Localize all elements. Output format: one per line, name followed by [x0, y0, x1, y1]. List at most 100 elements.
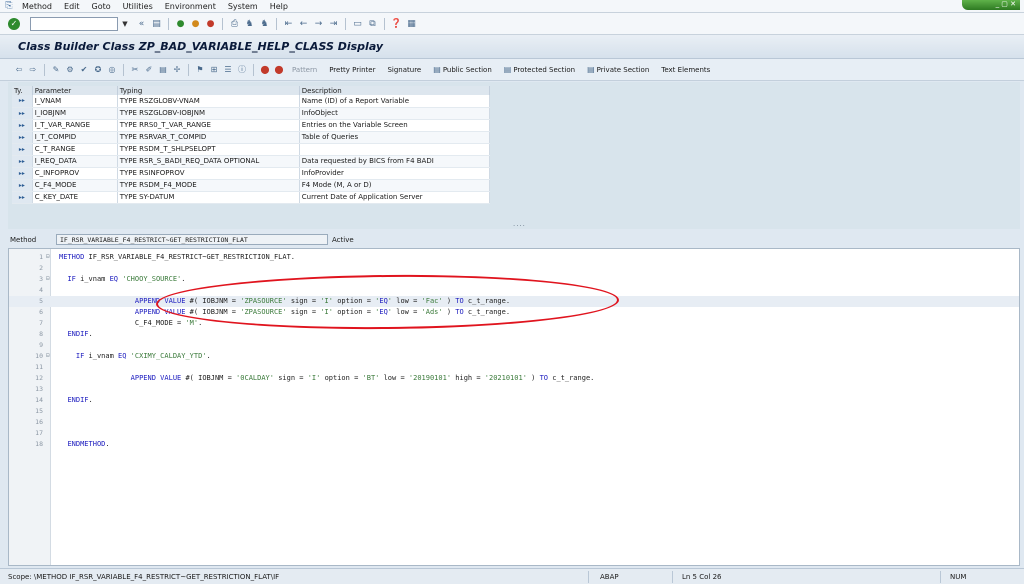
cancel-icon[interactable]: ●	[204, 17, 217, 30]
code-line[interactable]: 15	[9, 406, 1019, 417]
print-icon[interactable]: ⎙	[228, 17, 241, 30]
parameter-row[interactable]: ▸▸ I_T_COMPID TYPE RSRVAR_T_COMPID Table of…	[12, 131, 491, 144]
test-icon[interactable]: ◎	[106, 63, 118, 76]
parameter-description[interactable]: F4 Mode (M, A or D)	[299, 179, 491, 192]
parameter-typing[interactable]: TYPE RSINFOPROV	[117, 167, 300, 180]
parameter-name[interactable]: C_KEY_DATE	[32, 191, 118, 204]
column-header-type[interactable]: Ty.	[12, 86, 33, 95]
code-text[interactable]: APPEND VALUE #( IOBJNM = '0CALDAY' sign …	[59, 374, 595, 382]
code-text[interactable]: ENDMETHOD.	[59, 440, 109, 448]
parameter-typing[interactable]: TYPE RSRVAR_T_COMPID	[117, 131, 300, 144]
find-next-icon[interactable]: ♞	[258, 17, 271, 30]
layout-menu-icon[interactable]: ▦	[405, 17, 418, 30]
column-header-parameter[interactable]: Parameter	[32, 86, 118, 95]
column-header-description[interactable]: Description	[299, 86, 491, 95]
signature-button[interactable]: Signature	[387, 66, 421, 74]
parameter-row[interactable]: ▸▸ I_T_VAR_RANGE TYPE RRS0_T_VAR_RANGE Entr…	[12, 119, 491, 132]
save-icon[interactable]: ▤	[150, 17, 163, 30]
activate-icon[interactable]: ✪	[92, 63, 104, 76]
parameter-typing[interactable]: TYPE RSDM_T_SHLPSELOPT	[117, 143, 300, 156]
code-line[interactable]: 16	[9, 417, 1019, 428]
session-breakpoint-icon[interactable]: ⬤	[273, 63, 285, 76]
find-icon[interactable]: ♞	[243, 17, 256, 30]
minimize-icon[interactable]: _ ▢ ✕	[996, 0, 1016, 8]
menu-method[interactable]: Method	[22, 2, 52, 11]
fold-icon[interactable]: ⊟	[46, 253, 50, 260]
code-line[interactable]: 17	[9, 428, 1019, 439]
code-line[interactable]: 18 ENDMETHOD.	[9, 439, 1019, 450]
menu-system[interactable]: System	[228, 2, 258, 11]
code-line[interactable]: 1 ⊟ METHOD IF_RSR_VARIABLE_F4_RESTRICT~GET…	[9, 252, 1019, 263]
navigation-icon[interactable]: ✢	[171, 63, 183, 76]
parameter-description[interactable]: Entries on the Variable Screen	[299, 119, 491, 132]
parameter-description[interactable]: Table of Queries	[299, 131, 491, 144]
protected-section-button[interactable]: ▤ Protected Section	[504, 65, 575, 74]
code-line[interactable]: 8 ENDIF.	[9, 329, 1019, 340]
command-dropdown-icon[interactable]: ▼	[120, 17, 130, 31]
code-text[interactable]: ENDIF.	[59, 396, 92, 404]
parameter-typing[interactable]: TYPE RSDM_F4_MODE	[117, 179, 300, 192]
menu-utilities[interactable]: Utilities	[123, 2, 153, 11]
method-name-field[interactable]: IF_RSR_VARIABLE_F4_RESTRICT~GET_RESTRICT…	[56, 234, 328, 245]
sap-logo-button[interactable]: _ ▢ ✕	[962, 0, 1020, 10]
code-text[interactable]: METHOD IF_RSR_VARIABLE_F4_RESTRICT~GET_R…	[59, 253, 295, 261]
help-icon[interactable]: ❓	[390, 17, 403, 30]
code-text[interactable]: ENDIF.	[59, 330, 92, 338]
insert-icon[interactable]: ⊞	[208, 63, 220, 76]
check-icon[interactable]: ✔	[78, 63, 90, 76]
forward-arrow-icon[interactable]: ⇨	[27, 63, 39, 76]
sections-icon[interactable]: ☰	[222, 63, 234, 76]
fold-icon[interactable]: ⊟	[46, 352, 50, 359]
back-icon[interactable]: ●	[174, 17, 187, 30]
parameter-typing[interactable]: TYPE RSR_S_BADI_REQ_DATA OPTIONAL	[117, 155, 300, 168]
splitter-grip-icon[interactable]: ····	[513, 222, 526, 230]
parameter-description[interactable]: InfoProvider	[299, 167, 491, 180]
enter-button[interactable]: ✓	[8, 17, 20, 30]
next-page-icon[interactable]: →	[312, 17, 325, 30]
shortcut-icon[interactable]: ⧉	[366, 17, 379, 30]
parameter-row[interactable]: ▸▸ C_INFOPROV TYPE RSINFOPROV InfoProvider	[12, 167, 491, 180]
back-arrow-icon[interactable]: ⇦	[13, 63, 25, 76]
parameter-name[interactable]: I_T_COMPID	[32, 131, 118, 144]
parameter-row[interactable]: ▸▸ C_KEY_DATE TYPE SY-DATUM Current Date of…	[12, 191, 491, 204]
where-used-icon[interactable]: ✂	[129, 63, 141, 76]
exit-icon[interactable]: ●	[189, 17, 202, 30]
parameter-typing[interactable]: TYPE RSZGLOBV-VNAM	[117, 95, 300, 108]
parameter-typing[interactable]: TYPE SY-DATUM	[117, 191, 300, 204]
code-line[interactable]: 14 ENDIF.	[9, 395, 1019, 406]
menu-help[interactable]: Help	[270, 2, 288, 11]
hierarchy-icon[interactable]: ⚑	[194, 63, 206, 76]
last-page-icon[interactable]: ⇥	[327, 17, 340, 30]
panel-splitter[interactable]: ····	[8, 222, 1020, 230]
parameter-name[interactable]: C_T_RANGE	[32, 143, 118, 156]
parameter-description[interactable]: Name (ID) of a Report Variable	[299, 95, 491, 108]
code-text[interactable]: IF i_vnam EQ 'CHOOY_SOURCE'.	[59, 275, 185, 283]
pattern-button[interactable]: Pattern	[292, 66, 317, 74]
private-section-button[interactable]: ▤ Private Section	[587, 65, 649, 74]
parameter-description[interactable]	[299, 143, 491, 156]
parameter-typing[interactable]: TYPE RRS0_T_VAR_RANGE	[117, 119, 300, 132]
window-menu-icon[interactable]: ⎘	[4, 1, 14, 11]
code-line[interactable]: 11	[9, 362, 1019, 373]
parameter-description[interactable]: InfoObject	[299, 107, 491, 120]
info-icon[interactable]: ⓘ	[236, 63, 248, 76]
parameter-row[interactable]: ▸▸ I_VNAM TYPE RSZGLOBV-VNAM Name (ID) of a…	[12, 95, 491, 108]
code-line[interactable]: 9	[9, 340, 1019, 351]
history-back-icon[interactable]: «	[135, 17, 148, 30]
menu-goto[interactable]: Goto	[92, 2, 111, 11]
command-field[interactable]	[30, 16, 118, 31]
parameter-name[interactable]: I_IOBJNM	[32, 107, 118, 120]
parameter-name[interactable]: I_T_VAR_RANGE	[32, 119, 118, 132]
pretty-printer-button[interactable]: Pretty Printer	[329, 66, 375, 74]
menu-edit[interactable]: Edit	[64, 2, 80, 11]
display-change-icon[interactable]: ✎	[50, 63, 62, 76]
public-section-button[interactable]: ▤ Public Section	[433, 65, 492, 74]
parameter-name[interactable]: C_INFOPROV	[32, 167, 118, 180]
object-list-icon[interactable]: ▤	[157, 63, 169, 76]
parameter-description[interactable]: Data requested by BICS from F4 BADI	[299, 155, 491, 168]
text-elements-button[interactable]: Text Elements	[661, 66, 710, 74]
code-text[interactable]: C_F4_MODE = 'M'.	[59, 319, 202, 327]
parameter-name[interactable]: I_REQ_DATA	[32, 155, 118, 168]
column-header-typing[interactable]: Typing	[117, 86, 300, 95]
first-page-icon[interactable]: ⇤	[282, 17, 295, 30]
